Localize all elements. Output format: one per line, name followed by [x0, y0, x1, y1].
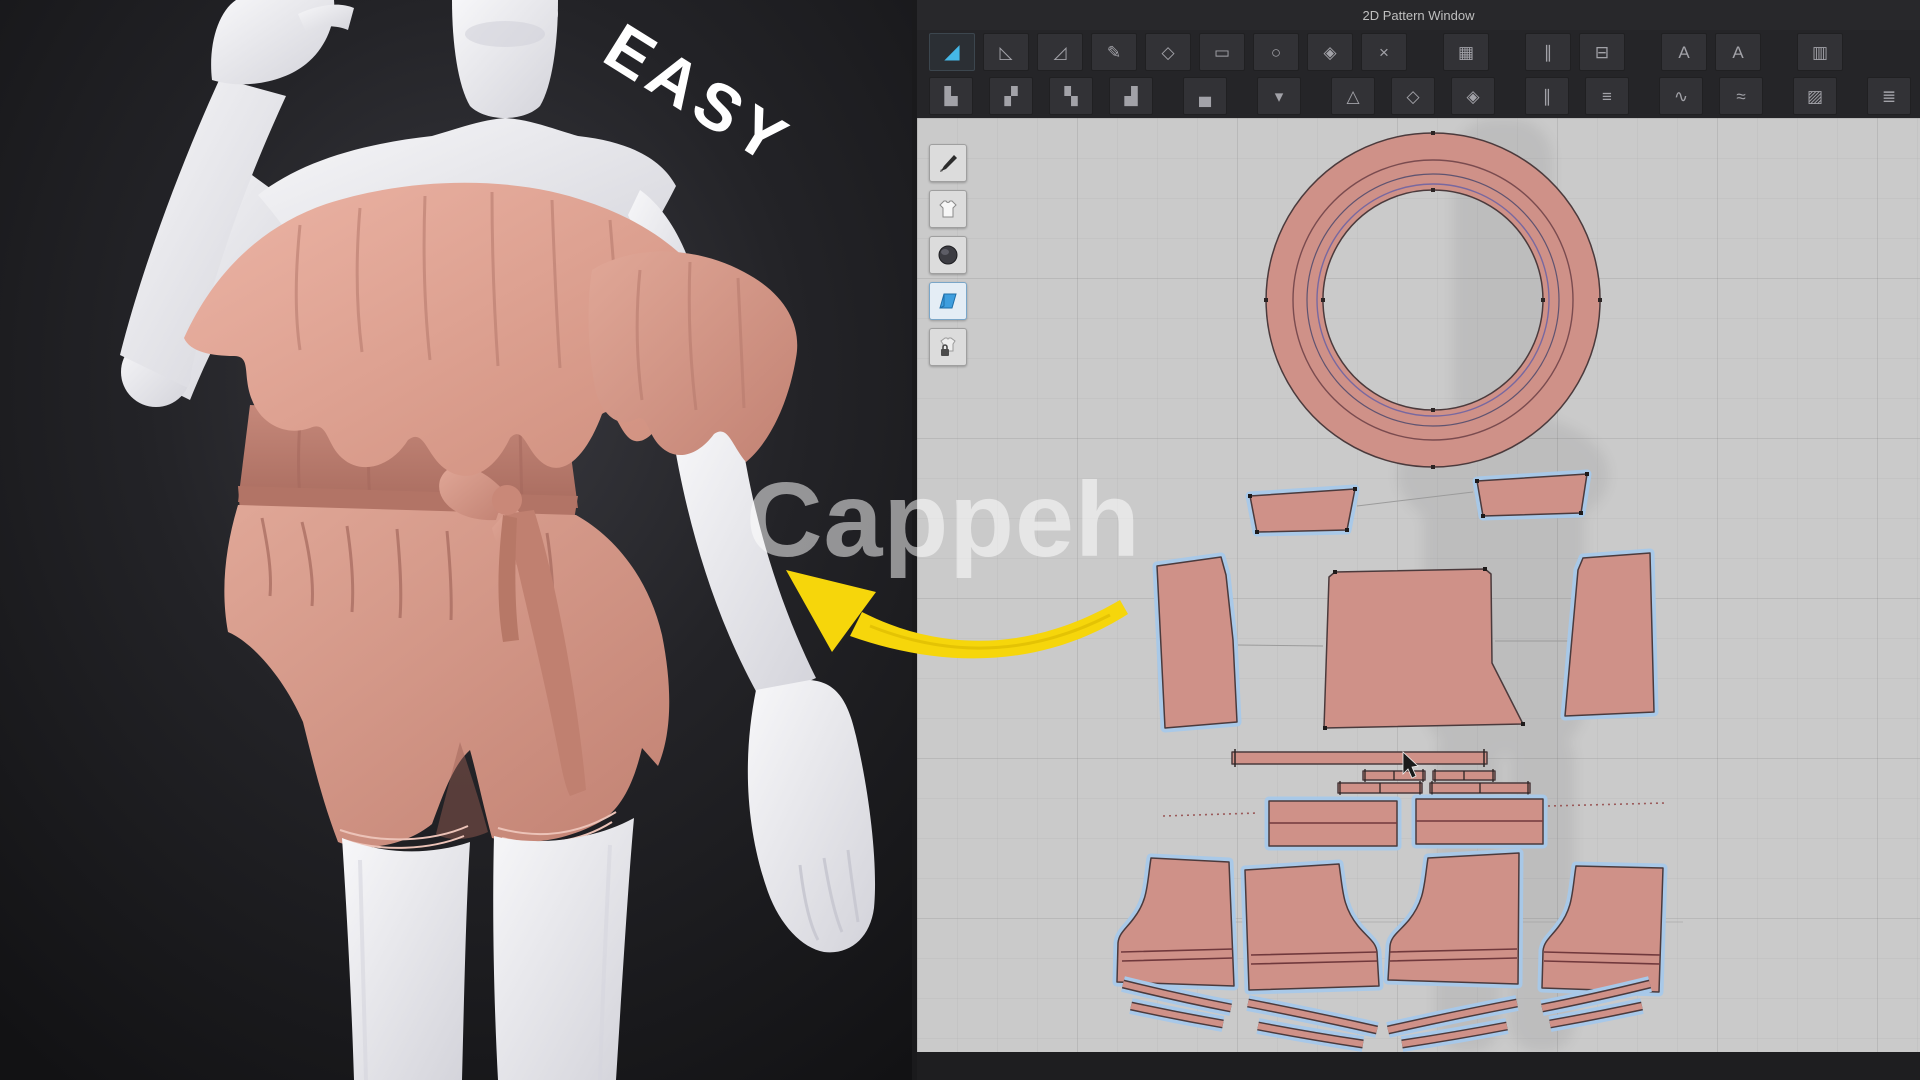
edit-curvature-tool-icon: ◿ — [1053, 44, 1066, 61]
base-line-tool[interactable]: ≡ — [1585, 77, 1629, 115]
internal-line-tool[interactable]: ∥ — [1525, 77, 1569, 115]
edit-pattern-tool-icon: ◺ — [999, 44, 1012, 61]
base-line-tool-icon: ≡ — [1602, 88, 1612, 105]
elastic-tool-icon: ∿ — [1674, 88, 1688, 105]
edit-text-tool-icon: A — [1678, 44, 1689, 61]
tack-tool-icon: △ — [1346, 88, 1359, 105]
edit-pattern-tool[interactable]: ◺ — [983, 33, 1029, 71]
pattern-canvas[interactable]: .glow{fill:none;stroke:#a7c8e9;stroke-wi… — [917, 118, 1920, 1052]
dart-tool-icon: ◈ — [1323, 44, 1336, 61]
text-tool[interactable]: A — [1715, 33, 1761, 71]
grading-tool-icon: ▥ — [1812, 44, 1828, 61]
trace-tool-icon: × — [1379, 44, 1389, 61]
window-bottom-bar — [917, 1052, 1920, 1080]
piece-bodice-side-left[interactable] — [1157, 557, 1237, 728]
lock-pattern-tool[interactable] — [929, 328, 967, 366]
fabric-icon — [936, 289, 960, 313]
add-point-tool[interactable]: ✎ — [1091, 33, 1137, 71]
edit-sewing-tool[interactable]: ▙ — [929, 77, 973, 115]
piece-shorts-panel-1[interactable] — [1117, 858, 1234, 986]
clone-pattern-tool[interactable]: ▦ — [1443, 33, 1489, 71]
unfold-tool-icon: ∥ — [1544, 44, 1553, 61]
attach-detach-tool[interactable]: ◈ — [1451, 77, 1495, 115]
create-rectangle-tool-icon: ▭ — [1214, 44, 1230, 61]
seam-measure-tool-icon: ⊟ — [1595, 44, 1609, 61]
piece-sleeve-cuff-left[interactable] — [1269, 801, 1397, 846]
steam-iron-tool[interactable]: ▄ — [1183, 77, 1227, 115]
show-garment-tool[interactable] — [929, 190, 967, 228]
show-mesh-tool[interactable] — [929, 236, 967, 274]
shirring-tool-icon: ≈ — [1736, 88, 1745, 105]
thumbnail-stage: EASY Cappeh 2D Pattern Window ◢◺◿✎◇▭○◈×▦… — [0, 0, 1920, 1080]
toolbar-row-1: ◢ ◺ ◿ ✎ ◇ ▭ ○ ◈ × ▦ ∥ ⊟ A A ▥ — [917, 30, 1920, 74]
side-toolbar — [929, 144, 967, 374]
steam-iron-tool-icon: ▄ — [1199, 88, 1211, 105]
trace-tool[interactable]: × — [1361, 33, 1407, 71]
segment-sewing-tool[interactable]: ▞ — [989, 77, 1033, 115]
window-title: 2D Pattern Window — [1363, 8, 1475, 23]
pattern-pieces-layer: .glow{fill:none;stroke:#a7c8e9;stroke-wi… — [917, 118, 1920, 1052]
layer-clone-tool[interactable]: ≣ — [1867, 77, 1911, 115]
piece-sleeve-band-right[interactable] — [1475, 472, 1589, 518]
pen-icon — [936, 151, 960, 175]
show-fabric-tool[interactable] — [929, 282, 967, 320]
sphere-icon — [936, 243, 960, 267]
free-sewing-tool-icon: ▚ — [1064, 88, 1077, 105]
shirt-icon — [936, 197, 960, 221]
fabric-texture-tool[interactable]: ▨ — [1793, 77, 1837, 115]
pen-tool[interactable] — [929, 144, 967, 182]
pin-tool[interactable]: ▾ — [1257, 77, 1301, 115]
unfold-tool[interactable]: ∥ — [1525, 33, 1571, 71]
toolbar-row-2: ▙ ▞ ▚ ▟ ▄ ▾ △ ◇ ◈ ∥ ≡ ∿ ≈ ▨ ≣ — [917, 74, 1920, 119]
lock-shirt-icon — [936, 335, 960, 359]
create-polygon-tool-icon: ◇ — [1161, 44, 1174, 61]
piece-waist-tie-belt[interactable] — [1232, 749, 1487, 767]
shirring-tool[interactable]: ≈ — [1719, 77, 1763, 115]
text-tool-icon: A — [1732, 44, 1743, 61]
grading-tool[interactable]: ▥ — [1797, 33, 1843, 71]
dart-tool[interactable]: ◈ — [1307, 33, 1353, 71]
fold-arrangement-tool-icon: ◇ — [1406, 88, 1419, 105]
free-sewing-tool[interactable]: ▚ — [1049, 77, 1093, 115]
piece-shorts-panel-2[interactable] — [1245, 864, 1379, 990]
internal-line-tool-icon: ∥ — [1543, 88, 1552, 105]
watermark-text: Cappeh — [746, 460, 1141, 581]
elastic-tool[interactable]: ∿ — [1659, 77, 1703, 115]
transform-pattern-tool-icon: ◢ — [944, 42, 959, 62]
transform-pattern-tool[interactable]: ◢ — [929, 33, 975, 71]
fabric-texture-tool-icon: ▨ — [1807, 88, 1823, 105]
attach-detach-tool-icon: ◈ — [1466, 88, 1479, 105]
edit-sewing-tool-icon: ▙ — [944, 88, 957, 105]
m-n-sewing-tool-icon: ▟ — [1124, 88, 1137, 105]
create-polygon-tool[interactable]: ◇ — [1145, 33, 1191, 71]
piece-sleeve-cuff-right[interactable] — [1416, 799, 1543, 844]
piece-sleeve-band-left[interactable] — [1248, 487, 1357, 534]
piece-shorts-panel-3[interactable] — [1388, 853, 1519, 984]
window-titlebar[interactable]: 2D Pattern Window — [917, 0, 1920, 30]
create-circle-tool-icon: ○ — [1271, 44, 1281, 61]
piece-neck-ruffle-ring[interactable] — [1264, 131, 1602, 469]
layer-clone-tool-icon: ≣ — [1882, 88, 1896, 105]
edit-text-tool[interactable]: A — [1661, 33, 1707, 71]
create-rectangle-tool[interactable]: ▭ — [1199, 33, 1245, 71]
piece-bodice-side-right[interactable] — [1565, 553, 1654, 716]
add-point-tool-icon: ✎ — [1107, 44, 1121, 61]
clone-pattern-tool-icon: ▦ — [1458, 44, 1474, 61]
create-circle-tool[interactable]: ○ — [1253, 33, 1299, 71]
piece-tie-strips[interactable] — [1338, 769, 1530, 795]
m-n-sewing-tool[interactable]: ▟ — [1109, 77, 1153, 115]
pin-tool-icon: ▾ — [1275, 88, 1284, 105]
segment-sewing-tool-icon: ▞ — [1004, 88, 1017, 105]
fold-arrangement-tool[interactable]: ◇ — [1391, 77, 1435, 115]
edit-curvature-tool[interactable]: ◿ — [1037, 33, 1083, 71]
seam-measure-tool[interactable]: ⊟ — [1579, 33, 1625, 71]
tack-tool[interactable]: △ — [1331, 77, 1375, 115]
